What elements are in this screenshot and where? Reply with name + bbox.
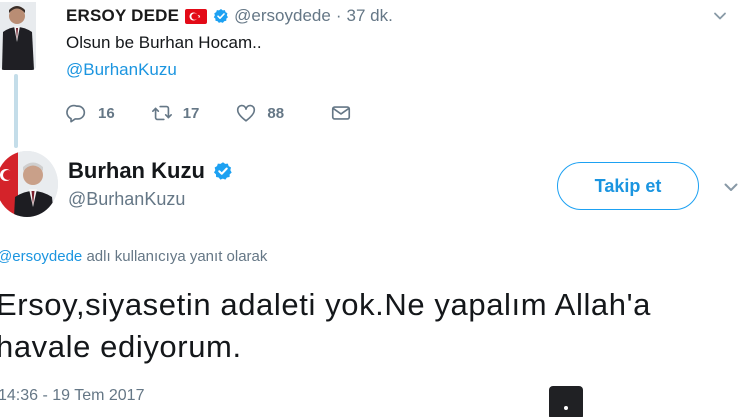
person-photo-icon xyxy=(0,151,58,217)
avatar[interactable] xyxy=(0,2,36,70)
turkey-flag-icon xyxy=(185,8,208,24)
parent-tweet-text: Olsun be Burhan Hocam.. xyxy=(66,33,262,52)
floating-dark-button[interactable] xyxy=(549,386,583,417)
main-timestamp[interactable]: 14:36 - 19 Tem 2017 xyxy=(0,387,144,405)
direct-message-button[interactable] xyxy=(330,102,352,124)
main-handle[interactable]: @BurhanKuzu xyxy=(68,189,185,210)
parent-tweet-actions: 16 17 88 xyxy=(66,101,388,125)
chevron-down-icon[interactable] xyxy=(712,8,728,24)
parent-tweet-header: ERSOY DEDE @ersoydede · 37 dk. xyxy=(66,5,393,27)
reply-context: @ersoydede adlı kullanıcıya yanıt olarak xyxy=(0,248,267,265)
main-name-text: Burhan Kuzu xyxy=(68,158,205,183)
dot-icon xyxy=(564,406,568,410)
like-button[interactable]: 88 xyxy=(235,102,284,124)
reply-button[interactable]: 16 xyxy=(66,102,115,124)
follow-button[interactable]: Takip et xyxy=(557,162,699,210)
retweet-button[interactable]: 17 xyxy=(151,102,200,124)
retweet-icon xyxy=(151,105,172,121)
reply-count: 16 xyxy=(98,104,115,122)
person-photo-icon xyxy=(0,2,36,70)
reply-icon xyxy=(66,104,86,123)
verified-badge-icon xyxy=(213,162,232,180)
dot-separator: · xyxy=(335,6,342,25)
parent-handle[interactable]: @ersoydede xyxy=(234,6,331,26)
parent-mention-link[interactable]: @BurhanKuzu xyxy=(66,60,177,80)
reply-context-text: adlı kullanıcıya yanıt olarak xyxy=(82,248,268,265)
main-display-name[interactable]: Burhan Kuzu xyxy=(68,158,233,184)
parent-timestamp[interactable]: 37 dk. xyxy=(347,6,393,26)
retweet-count: 17 xyxy=(182,104,200,122)
main-tweet-text: Ersoy,siyasetin adaleti yok.Ne yapalım A… xyxy=(0,287,651,364)
parent-display-name[interactable]: ERSOY DEDE xyxy=(66,6,179,26)
envelope-icon xyxy=(331,106,351,120)
heart-icon xyxy=(237,104,256,122)
thread-connector-line xyxy=(14,74,18,148)
chevron-down-icon[interactable] xyxy=(722,178,740,196)
avatar[interactable] xyxy=(0,151,58,217)
verified-badge-icon xyxy=(213,8,229,24)
like-count: 88 xyxy=(267,104,285,122)
reply-to-handle-link[interactable]: @ersoydede xyxy=(0,248,82,265)
